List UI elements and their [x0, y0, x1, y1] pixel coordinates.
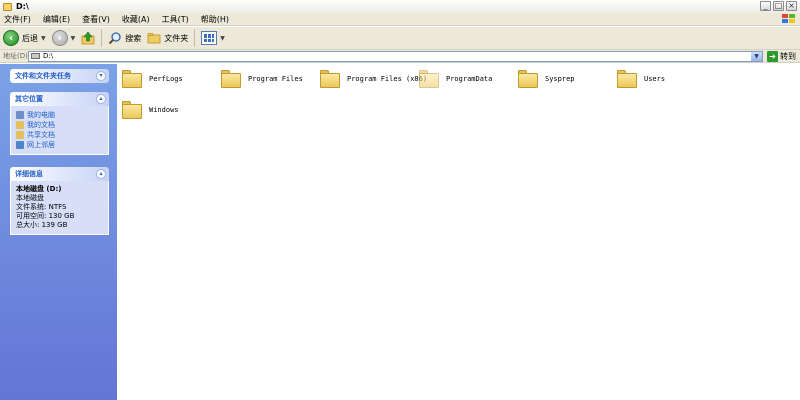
shared-documents-icon	[16, 131, 24, 139]
my-documents-icon	[16, 121, 24, 129]
folders-button[interactable]: 文件夹	[144, 28, 191, 48]
folder-name: Sysprep	[545, 75, 575, 83]
place-network-places[interactable]: 网上邻居	[16, 140, 103, 150]
details-title: 详细信息	[15, 170, 43, 178]
folder-up-icon	[81, 31, 95, 45]
folder-item[interactable]: Sysprep	[517, 68, 575, 90]
menu-edit[interactable]: 编辑(E)	[37, 14, 76, 25]
drive-type: 本地磁盘	[16, 194, 44, 202]
chevron-down-icon[interactable]: ▼	[751, 51, 762, 61]
details-header[interactable]: 详细信息 ▴	[10, 167, 109, 181]
window-title: D:\	[16, 2, 29, 11]
folder-item[interactable]: Windows	[121, 99, 179, 121]
folder-name: Users	[644, 75, 666, 83]
back-arrow-icon: ‹	[3, 30, 19, 46]
place-my-computer[interactable]: 我的电脑	[16, 110, 103, 120]
forward-button[interactable]: › ▼	[49, 28, 79, 48]
minimize-button[interactable]: _	[760, 1, 771, 11]
task-pane: 文件和文件夹任务 ▾ 其它位置 ▴ 我的电脑 我的文档 共享文档 网上邻居 详细…	[0, 64, 117, 400]
title-bar[interactable]: D:\ _ □ ×	[0, 0, 800, 13]
collapse-icon[interactable]: ▴	[96, 169, 106, 179]
folder-name: ProgramData	[446, 75, 493, 83]
my-computer-icon	[16, 111, 24, 119]
folder-icon	[3, 2, 12, 11]
other-places-title: 其它位置	[15, 95, 43, 103]
address-label: 地址(D)	[3, 52, 28, 60]
folder-name: PerfLogs	[149, 75, 183, 83]
up-button[interactable]	[78, 28, 98, 48]
menu-favorites[interactable]: 收藏(A)	[116, 14, 156, 25]
folder-item[interactable]: Program Files (x86)	[319, 68, 427, 90]
toolbar-separator	[194, 29, 196, 47]
menu-help[interactable]: 帮助(H)	[195, 14, 235, 25]
drive-icon	[31, 53, 40, 59]
other-places-panel: 其它位置 ▴ 我的电脑 我的文档 共享文档 网上邻居	[10, 92, 109, 155]
drive-name: 本地磁盘 (D:)	[16, 185, 62, 193]
forward-arrow-icon: ›	[51, 30, 68, 46]
folder-view[interactable]: PerfLogs Program Files Program Files (x8…	[117, 64, 800, 400]
maximize-button[interactable]: □	[773, 1, 784, 11]
menu-file[interactable]: 文件(F)	[0, 14, 37, 25]
network-places-icon	[16, 141, 24, 149]
address-value: D:\	[43, 52, 54, 60]
search-button[interactable]: 搜索	[105, 28, 144, 48]
drive-total-size: 总大小: 139 GB	[16, 221, 68, 229]
window-controls: _ □ ×	[760, 1, 797, 11]
menu-tools[interactable]: 工具(T)	[156, 14, 195, 25]
go-button[interactable]: ➜ 转到	[767, 50, 796, 62]
address-bar: 地址(D) D:\ ▼ ➜ 转到	[0, 50, 800, 63]
chevron-down-icon[interactable]: ▼	[220, 35, 225, 42]
folder-icon	[319, 68, 341, 90]
windows-logo-icon	[780, 14, 796, 25]
file-tasks-header[interactable]: 文件和文件夹任务 ▾	[10, 69, 109, 83]
drive-filesystem: 文件系统: NTFS	[16, 203, 67, 211]
folder-icon	[121, 99, 143, 121]
folder-name: Program Files (x86)	[347, 75, 428, 83]
file-tasks-panel: 文件和文件夹任务 ▾	[10, 69, 109, 83]
other-places-list: 我的电脑 我的文档 共享文档 网上邻居	[10, 106, 109, 155]
place-label: 网上邻居	[27, 141, 55, 149]
folder-icon	[220, 68, 242, 90]
place-shared-documents[interactable]: 共享文档	[16, 130, 103, 140]
details-body: 本地磁盘 (D:) 本地磁盘 文件系统: NTFS 可用空间: 130 GB 总…	[10, 181, 109, 235]
folders-label: 文件夹	[164, 33, 189, 43]
chevron-down-icon[interactable]: ▼	[41, 35, 46, 42]
address-input[interactable]: D:\ ▼	[28, 50, 763, 62]
place-label: 共享文档	[27, 131, 55, 139]
folder-item[interactable]: PerfLogs	[121, 68, 183, 90]
go-label: 转到	[780, 51, 796, 61]
folder-item[interactable]: Program Files	[220, 68, 303, 90]
details-panel: 详细信息 ▴ 本地磁盘 (D:) 本地磁盘 文件系统: NTFS 可用空间: 1…	[10, 167, 109, 235]
folder-icon	[616, 68, 638, 90]
views-icon	[201, 31, 218, 45]
close-button[interactable]: ×	[786, 1, 797, 11]
chevron-down-icon[interactable]: ▼	[71, 35, 76, 42]
folder-item[interactable]: Users	[616, 68, 665, 90]
folder-icon	[517, 68, 539, 90]
file-tasks-title: 文件和文件夹任务	[15, 72, 71, 80]
folder-icon	[121, 68, 143, 90]
search-icon	[109, 32, 121, 45]
folder-icon	[418, 68, 440, 90]
folder-item[interactable]: ProgramData	[418, 68, 492, 90]
place-label: 我的电脑	[27, 111, 55, 119]
other-places-header[interactable]: 其它位置 ▴	[10, 92, 109, 106]
back-label: 后退	[22, 33, 38, 43]
search-label: 搜索	[125, 33, 142, 43]
toolbar: ‹ 后退 ▼ › ▼ 搜索 文件夹 ▼	[0, 27, 800, 50]
collapse-icon[interactable]: ▴	[96, 94, 106, 104]
menu-view[interactable]: 查看(V)	[76, 14, 116, 25]
folder-name: Windows	[149, 106, 179, 114]
expand-icon[interactable]: ▾	[96, 71, 106, 81]
views-button[interactable]: ▼	[198, 28, 228, 48]
go-arrow-icon: ➜	[767, 50, 778, 62]
toolbar-separator	[101, 29, 103, 47]
menu-bar: 文件(F) 编辑(E) 查看(V) 收藏(A) 工具(T) 帮助(H)	[0, 13, 800, 26]
back-button[interactable]: ‹ 后退 ▼	[0, 28, 49, 48]
place-my-documents[interactable]: 我的文档	[16, 120, 103, 130]
place-label: 我的文档	[27, 121, 55, 129]
folder-name: Program Files	[248, 75, 303, 83]
folders-icon	[147, 33, 161, 44]
drive-free-space: 可用空间: 130 GB	[16, 212, 75, 220]
